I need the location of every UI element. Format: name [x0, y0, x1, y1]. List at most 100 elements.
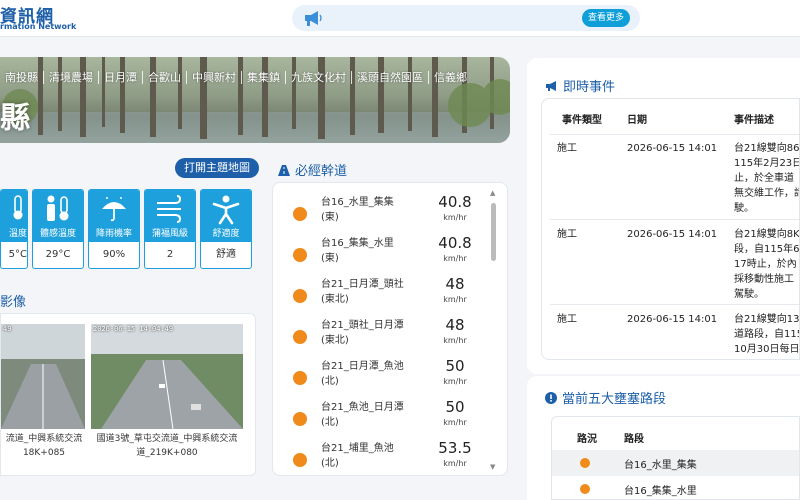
highway-route-name: 台21_頭社_日月潭 (東北): [321, 318, 404, 348]
description-line: 台21線雙向86K: [734, 143, 800, 154]
cctv-snapshot: [91, 324, 243, 429]
speed-value: 53.5: [438, 439, 472, 457]
status-dot: [293, 412, 307, 426]
event-description[interactable]: 台21線雙向86K 115年2月23日 止，於全車道 無交維工作，請 駛。: [734, 141, 800, 216]
description-line: 17時止，於內: [734, 259, 797, 270]
highway-row[interactable]: 台16_集集_水里 (東) 40.8 km/hr: [273, 234, 487, 275]
nav-item-xinyi[interactable]: 信義鄉: [429, 71, 472, 84]
nav-item-nantou[interactable]: 南投縣: [0, 70, 44, 84]
highway-row[interactable]: 台21_魚池_日月潭 (北) 50 km/hr: [273, 398, 487, 439]
route-text: 台16_水里_集集: [321, 197, 394, 208]
highway-row[interactable]: 台21_埔里_魚池 (北) 53.5 km/hr: [273, 439, 487, 475]
destination-nav: 南投縣 清境農場 日月潭 合歡山 中興新村 集集鎮 九族文化村 溪頭自然園區 信…: [0, 67, 472, 87]
congestion-road-name: 台16_水里_集集: [624, 460, 697, 471]
speed-value: 48: [445, 316, 465, 334]
megaphone-icon: [546, 81, 556, 91]
nav-item-sun-moon-lake[interactable]: 日月潭: [99, 70, 143, 84]
column-header-description: 事件描述: [734, 115, 774, 126]
column-header-road: 路段: [624, 434, 644, 445]
event-date: 2026-06-15 14:01: [627, 229, 718, 240]
route-direction: (東北): [321, 335, 349, 346]
description-line: 無交維工作，請: [734, 188, 800, 199]
congestion-title: 當前五大壅塞路段: [545, 388, 666, 407]
weather-label: 體感溫度: [39, 229, 76, 239]
wind-icon: [157, 195, 182, 223]
cctv-caption-line: 流道_中興系統交流: [5, 434, 83, 444]
route-text: 台21_埔里_魚池: [321, 443, 394, 454]
event-date: 2026-06-15 14:01: [627, 314, 718, 325]
weather-card-rain-probability: 降雨機率 90%: [88, 189, 140, 269]
weather-card-wind: 蒲福風級 2: [144, 189, 196, 269]
announcement-bar: 查看更多: [292, 5, 640, 31]
weather-card-apparent-temperature: 體感溫度 29°C: [32, 189, 84, 269]
speed-unit: km/hr: [443, 295, 467, 304]
nav-item-xitou[interactable]: 溪頭自然園區: [352, 70, 429, 84]
view-more-button[interactable]: 查看更多: [581, 9, 630, 27]
route-direction: (東): [321, 253, 339, 264]
highway-route-name: 台21_埔里_魚池 (北): [321, 441, 394, 471]
cctv-caption-line: 18K+085: [22, 448, 66, 458]
nav-item-hehuanshan[interactable]: 合歡山: [143, 70, 187, 84]
scroll-down-arrow-icon[interactable]: ▼: [490, 463, 495, 471]
event-type: 施工: [557, 229, 577, 240]
speed-unit: km/hr: [443, 213, 467, 222]
column-header-type: 事件類型: [562, 115, 602, 126]
highway-row[interactable]: 台21_頭社_日月潭 (東北) 48 km/hr: [273, 316, 487, 357]
description-line: 10月30日每日: [734, 344, 800, 355]
road-icon: [278, 165, 290, 176]
nav-item-jiji[interactable]: 集集鎮: [242, 70, 286, 84]
highway-route-name: 台21_日月潭_頭社 (東北): [321, 277, 404, 307]
nav-item-zhongxing[interactable]: 中興新村: [187, 70, 242, 84]
cctv-camera-2[interactable]: 2026-06-15 14:04:49: [91, 324, 243, 429]
status-dot: [293, 207, 307, 221]
route-text: 台21_魚池_日月潭: [321, 402, 404, 413]
event-description[interactable]: 台21線雙向8K 段，自115年6月 17時止，於內 採移動性施工 駕駛。: [734, 227, 800, 302]
nav-item-cingjing[interactable]: 清境農場: [44, 70, 99, 84]
highway-row[interactable]: 台16_水里_集集 (東) 40.8 km/hr: [273, 193, 487, 234]
megaphone-icon: [305, 11, 322, 26]
highway-route-name: 台16_集集_水里 (東): [321, 236, 394, 266]
cctv-camera-1[interactable]: 49: [1, 324, 85, 429]
scroll-up-arrow-icon[interactable]: ▲: [490, 189, 495, 197]
highway-row[interactable]: 台21_日月潭_頭社 (東北) 48 km/hr: [273, 275, 487, 316]
route-direction: (東): [321, 212, 339, 223]
highway-section-title: 必經幹道: [278, 160, 347, 179]
route-text: 台16_集集_水里: [321, 238, 394, 249]
open-theme-map-button[interactable]: 打開主題地圖: [175, 158, 259, 178]
site-header: 資訊網 rmation Network 查看更多: [0, 0, 800, 37]
event-description[interactable]: 台21線雙向13 道路段，自115 10月30日每日: [734, 312, 800, 357]
alert-circle-icon: [545, 392, 557, 404]
cctv-timestamp: 2026-06-15 14:04:49: [93, 325, 174, 333]
thermometer-icon: [13, 195, 23, 220]
speed-unit: km/hr: [443, 254, 467, 263]
scrollbar-thumb[interactable]: [491, 203, 496, 261]
cctv-caption: 流道_中興系統交流 18K+085: [1, 432, 87, 460]
cctv-caption-line: 道_219K+080: [136, 448, 198, 458]
cctv-caption: 國道3號_草屯交流道_中興系統交流 道_219K+080: [91, 432, 243, 460]
highway-route-name: 台16_水里_集集 (東): [321, 195, 394, 225]
cctv-timestamp: 49: [3, 325, 12, 333]
event-date: 2026-06-15 14:01: [627, 143, 718, 154]
highway-scrollbar[interactable]: ▲ ▼: [489, 189, 499, 471]
description-line: 採移動性施工: [734, 274, 794, 285]
weather-label: 舒適度: [212, 229, 240, 239]
cctv-snapshot: [1, 324, 85, 429]
event-type: 施工: [557, 143, 577, 154]
umbrella-icon: [102, 197, 126, 222]
realtime-title-text: 即時事件: [563, 80, 616, 95]
weather-value: 2: [166, 249, 174, 260]
route-direction: (北): [321, 417, 339, 428]
cctv-caption-line: 國道3號_草屯交流道_中興系統交流: [96, 434, 238, 444]
row-divider: [550, 304, 799, 305]
congestion-row[interactable]: 台16_集集_水里: [552, 476, 799, 499]
weather-card-comfort: 舒適度 舒適: [200, 189, 252, 269]
highway-row[interactable]: 台21_日月潭_魚池 (北) 50 km/hr: [273, 357, 487, 398]
weather-value: 90%: [102, 249, 126, 260]
description-line: 段，自115年6月: [734, 244, 800, 255]
nav-item-formosan-village[interactable]: 九族文化村: [286, 70, 352, 84]
speed-unit: km/hr: [443, 336, 467, 345]
weather-value: 29°C: [45, 249, 71, 260]
route-direction: (北): [321, 458, 339, 469]
site-logo-subtitle: rmation Network: [0, 22, 77, 31]
congestion-row[interactable]: 台16_水里_集集: [552, 450, 799, 476]
